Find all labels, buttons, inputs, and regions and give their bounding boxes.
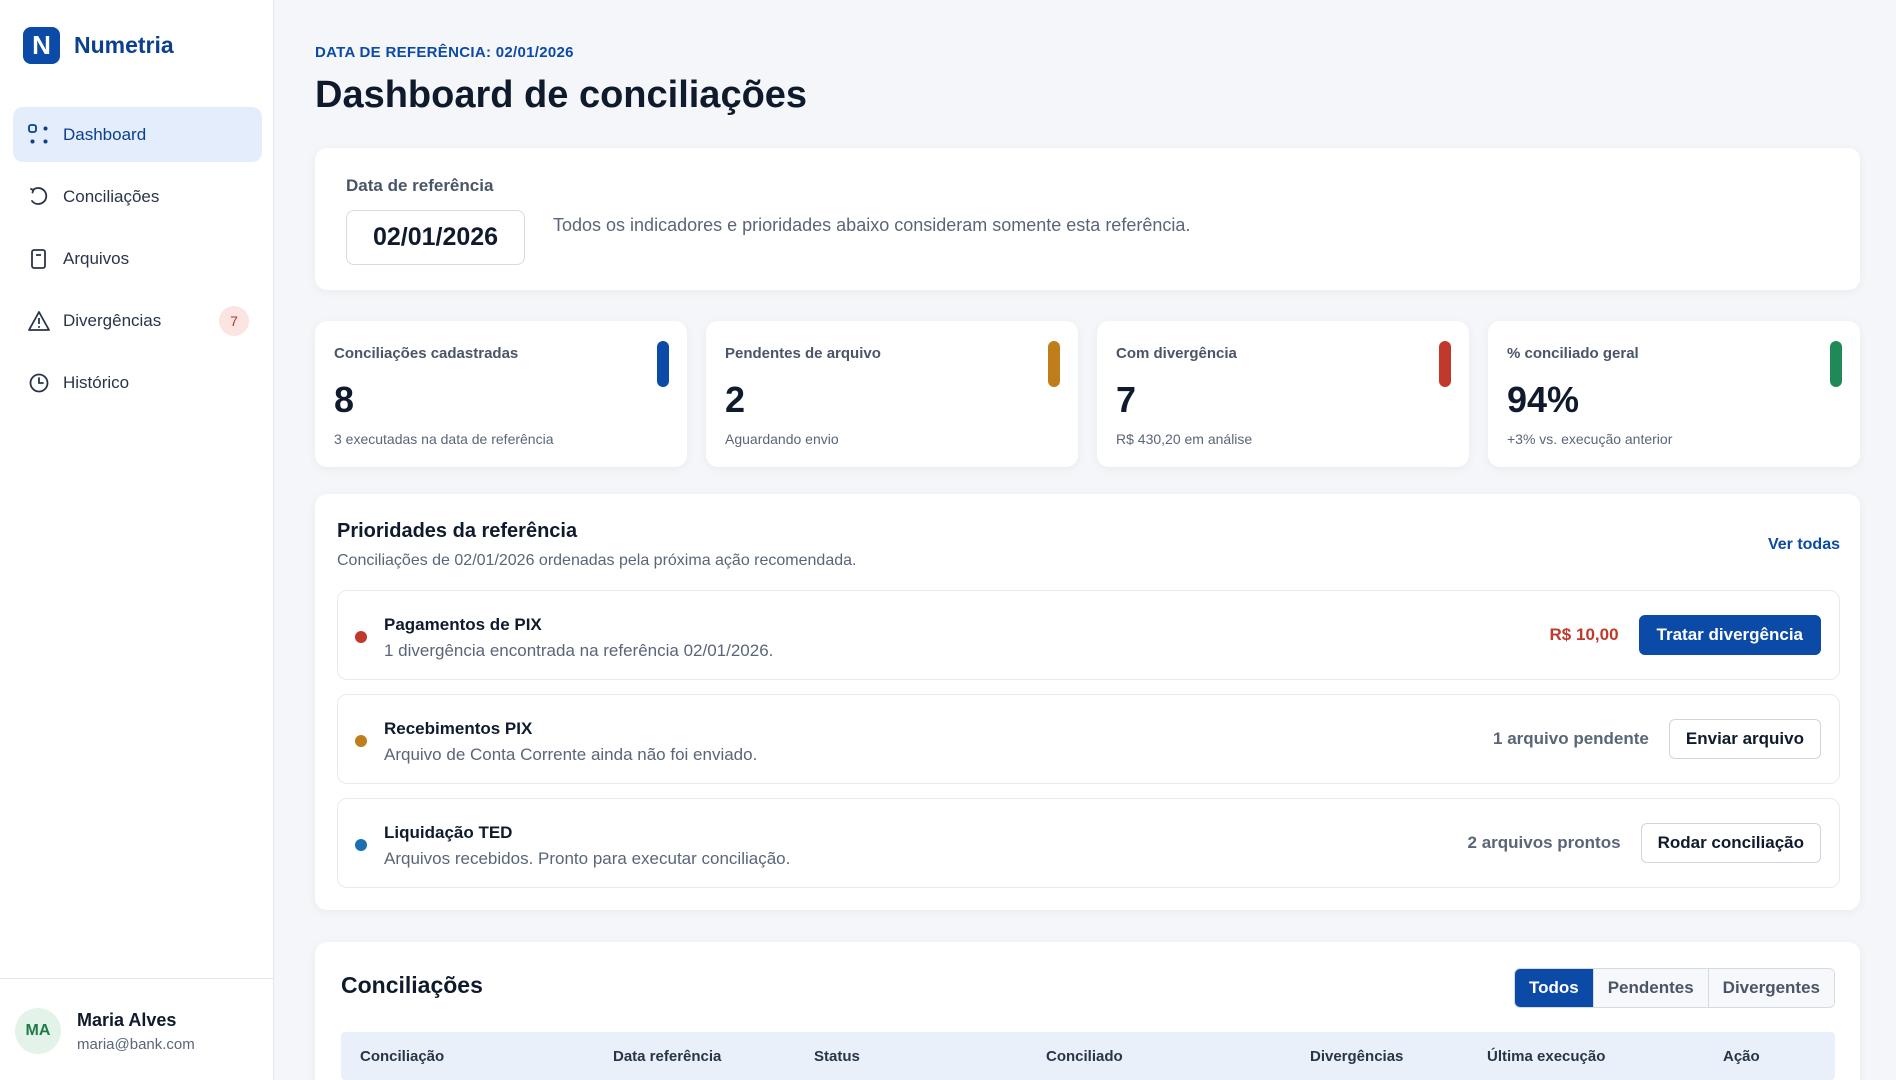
kpi-title: % conciliado geral — [1507, 345, 1639, 362]
filter-divergent[interactable]: Divergentes — [1707, 969, 1834, 1007]
kpi-value: 2 — [725, 379, 746, 420]
kpi-value: 7 — [1116, 379, 1137, 420]
kpi-title: Pendentes de arquivo — [725, 345, 881, 362]
sidebar-item-label: Histórico — [63, 372, 130, 392]
user-profile[interactable]: MA Maria Alves maria@bank.com — [0, 978, 274, 1080]
ready-files-count: 2 arquivos prontos — [1467, 833, 1621, 852]
brand-name: Numetria — [74, 32, 174, 58]
column-header[interactable]: Ação — [1723, 1032, 1760, 1080]
priorities-title: Prioridades da referência — [337, 520, 578, 542]
clock-icon — [27, 371, 51, 395]
status-dot — [355, 735, 367, 747]
kpi-card-divergencia: Com divergência 7 R$ 430,20 em análise — [1097, 321, 1469, 467]
status-dot — [355, 839, 367, 851]
sidebar-item-label: Dashboard — [63, 124, 147, 144]
avatar: MA — [15, 1008, 61, 1054]
pending-files-count: 1 arquivo pendente — [1493, 729, 1649, 748]
sidebar-item-divergencias[interactable]: Divergências 7 — [13, 293, 262, 348]
filter-pending[interactable]: Pendentes — [1592, 969, 1708, 1007]
user-name: Maria Alves — [77, 1010, 177, 1030]
kpi-subtext: R$ 430,20 em análise — [1116, 431, 1253, 447]
sidebar-item-dashboard[interactable]: Dashboard — [13, 107, 262, 162]
column-header[interactable]: Divergências — [1310, 1032, 1403, 1080]
reconciliations-title: Conciliações — [341, 972, 483, 998]
priority-description: Arquivo de Conta Corrente ainda não foi … — [384, 745, 758, 764]
priority-name: Pagamentos de PIX — [384, 615, 542, 634]
column-header[interactable]: Status — [814, 1032, 860, 1080]
column-header[interactable]: Última execução — [1487, 1032, 1605, 1080]
sidebar-item-conciliacoes[interactable]: Conciliações — [13, 169, 262, 224]
priorities-subtitle: Conciliações de 02/01/2026 ordenadas pel… — [337, 552, 857, 569]
divergence-amount: R$ 10,00 — [1549, 625, 1619, 644]
priority-row: Recebimentos PIX Arquivo de Conta Corren… — [337, 694, 1840, 784]
priority-row: Liquidação TED Arquivos recebidos. Pront… — [337, 798, 1840, 888]
page-title: Dashboard de conciliações — [315, 74, 808, 116]
kpi-card-pendentes: Pendentes de arquivo 2 Aguardando envio — [706, 321, 1078, 467]
filter-segmented-control: Todos Pendentes Divergentes — [1513, 968, 1835, 1008]
reference-date-eyebrow: DATA DE REFERÊNCIA: 02/01/2026 — [315, 44, 574, 61]
column-header[interactable]: Conciliação — [360, 1032, 444, 1080]
kpi-subtext: Aguardando envio — [725, 431, 839, 447]
sidebar-item-label: Arquivos — [63, 248, 130, 268]
kpi-accent-bar — [657, 341, 669, 387]
divergencias-count-badge: 7 — [219, 305, 249, 336]
priority-description: Arquivos recebidos. Pronto para executar… — [384, 849, 791, 868]
column-header[interactable]: Conciliado — [1046, 1032, 1123, 1080]
user-email: maria@bank.com — [77, 1036, 195, 1053]
priority-name: Liquidação TED — [384, 823, 513, 842]
file-icon — [27, 247, 51, 271]
kpi-accent-bar — [1830, 341, 1842, 387]
table-header: Conciliação Data referência Status Conci… — [341, 1032, 1835, 1080]
kpi-card-conciliado: % conciliado geral 94% +3% vs. execução … — [1488, 321, 1860, 467]
sidebar: N Numetria Dashboard Conciliações Arquiv… — [0, 0, 274, 1080]
sidebar-item-historico[interactable]: Histórico — [13, 355, 262, 410]
priority-row: Pagamentos de PIX 1 divergência encontra… — [337, 590, 1840, 680]
priority-description: 1 divergência encontrada na referência 0… — [384, 641, 774, 660]
priority-name: Recebimentos PIX — [384, 719, 533, 738]
kpi-accent-bar — [1048, 341, 1060, 387]
view-all-link[interactable]: Ver todas — [1768, 536, 1840, 554]
reconciliations-card: Conciliações Todos Pendentes Divergentes… — [315, 942, 1860, 1080]
kpi-value: 8 — [334, 379, 355, 420]
reference-date-description: Todos os indicadores e prioridades abaix… — [553, 215, 1191, 235]
brand[interactable]: N Numetria — [23, 27, 174, 64]
kpi-card-conciliacoes: Conciliações cadastradas 8 3 executadas … — [315, 321, 687, 467]
kpi-subtext: +3% vs. execução anterior — [1507, 431, 1673, 447]
sidebar-item-label: Divergências — [63, 310, 162, 330]
sidebar-item-arquivos[interactable]: Arquivos — [13, 231, 262, 286]
refresh-icon — [27, 185, 51, 209]
send-file-button[interactable]: Enviar arquivo — [1668, 719, 1821, 759]
dashboard-icon — [27, 123, 51, 147]
filter-all[interactable]: Todos — [1514, 969, 1593, 1007]
kpi-title: Conciliações cadastradas — [334, 345, 519, 362]
treat-divergence-button[interactable]: Tratar divergência — [1638, 615, 1821, 655]
sidebar-nav: Dashboard Conciliações Arquivos Divergên… — [13, 107, 262, 417]
priorities-card: Prioridades da referência Conciliações d… — [315, 494, 1860, 910]
reference-date-card: Data de referência 02/01/2026 Todos os i… — [315, 148, 1860, 290]
kpi-value: 94% — [1507, 379, 1580, 420]
kpi-accent-bar — [1439, 341, 1451, 387]
reference-date-label: Data de referência — [346, 176, 494, 195]
sidebar-item-label: Conciliações — [63, 186, 160, 206]
kpi-title: Com divergência — [1116, 345, 1237, 362]
run-reconciliation-button[interactable]: Rodar conciliação — [1640, 823, 1821, 863]
status-dot — [355, 631, 367, 643]
reference-date-field[interactable]: 02/01/2026 — [346, 210, 525, 265]
brand-logo: N — [23, 27, 60, 64]
column-header[interactable]: Data referência — [613, 1032, 721, 1080]
warning-icon — [27, 309, 51, 333]
kpi-subtext: 3 executadas na data de referência — [334, 431, 554, 447]
